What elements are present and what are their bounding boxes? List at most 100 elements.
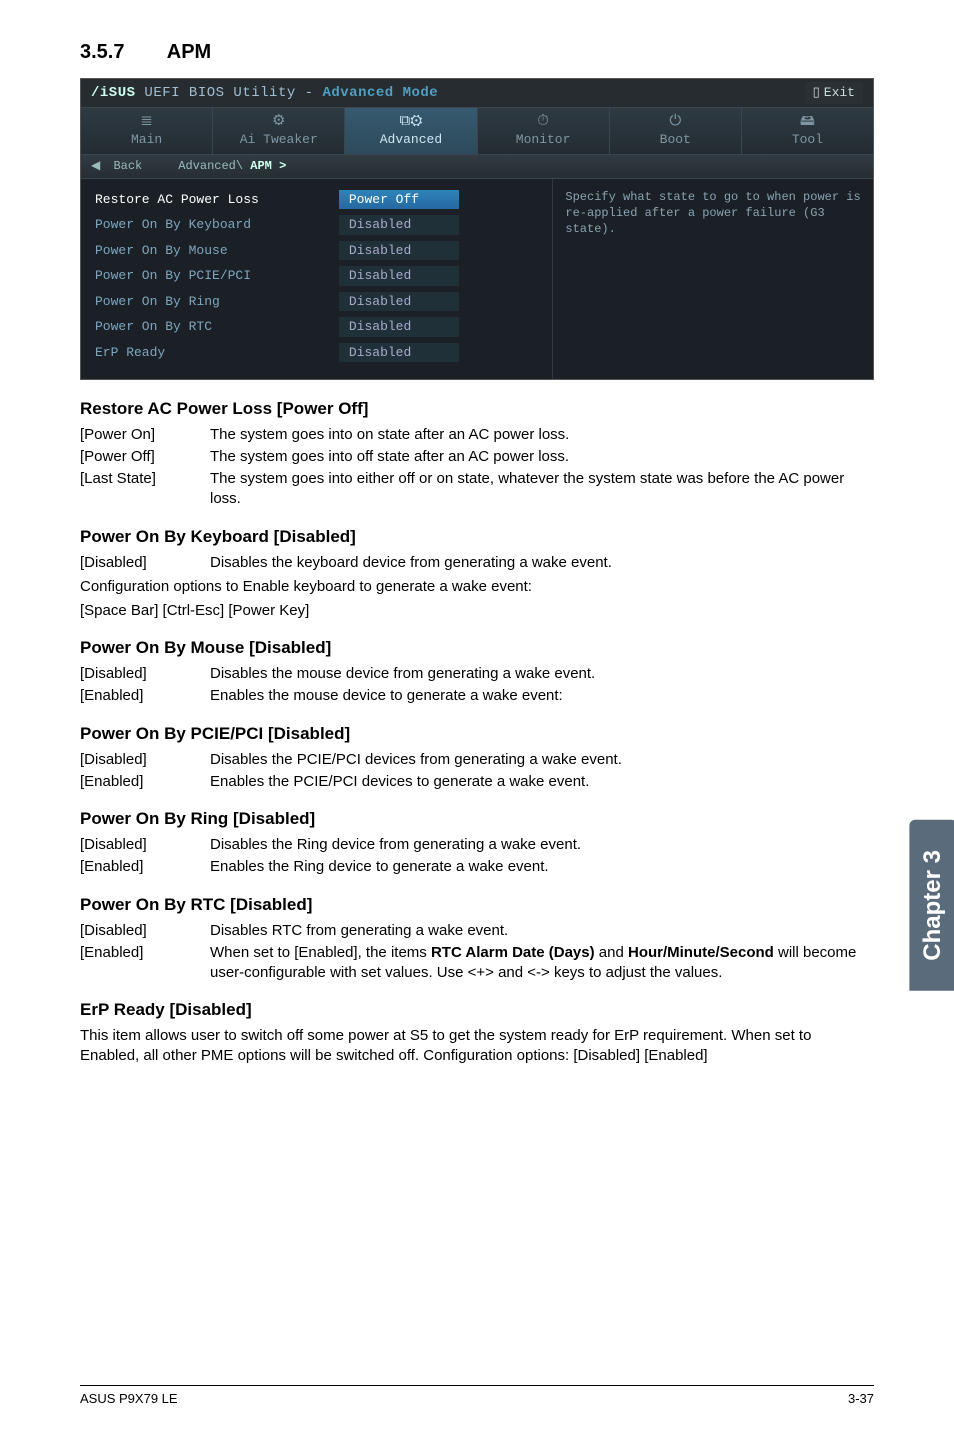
option-row: [Last State] The system goes into either… xyxy=(80,469,874,510)
bios-brand: /iSUS xyxy=(91,85,136,101)
setting-value: Disabled xyxy=(339,343,459,363)
setting-mouse[interactable]: Power On By Mouse Disabled xyxy=(95,238,538,264)
option-row: [Power Off] The system goes into off sta… xyxy=(80,447,874,467)
footer-left: ASUS P9X79 LE xyxy=(80,1390,178,1408)
restore-heading: Restore AC Power Loss [Power Off] xyxy=(80,398,874,421)
erp-heading: ErP Ready [Disabled] xyxy=(80,999,874,1022)
option-name: [Disabled] xyxy=(80,750,210,770)
tab-ai-tweaker[interactable]: ⚙ Ai Tweaker xyxy=(213,108,345,155)
bios-tab-bar: ≣ Main ⚙ Ai Tweaker ⧉⚙ Advanced ⏱ Monito… xyxy=(81,107,873,156)
option-name: [Power Off] xyxy=(80,447,210,467)
option-desc: When set to [Enabled], the items RTC Ala… xyxy=(210,943,874,984)
option-row: [Enabled] Enables the mouse device to ge… xyxy=(80,686,874,706)
rtc-desc-c: and xyxy=(595,944,628,961)
option-row: [Disabled] Disables the PCIE/PCI devices… xyxy=(80,750,874,770)
option-desc: Disables the PCIE/PCI devices from gener… xyxy=(210,750,874,770)
rtc-desc-d: Hour/Minute/Second xyxy=(628,944,774,961)
tab-advanced[interactable]: ⧉⚙ Advanced xyxy=(345,108,477,155)
option-desc: Disables the Ring device from generating… xyxy=(210,835,874,855)
setting-name: Power On By Ring xyxy=(95,293,339,311)
option-desc: The system goes into off state after an … xyxy=(210,447,874,467)
footer-right: 3-37 xyxy=(848,1390,874,1408)
power-icon: ⏻ xyxy=(610,114,741,129)
tab-boot[interactable]: ⏻ Boot xyxy=(610,108,742,155)
chapter-tab-label: Chapter 3 xyxy=(909,820,954,991)
tab-label: Main xyxy=(131,132,162,147)
bios-screenshot: /iSUS UEFI BIOS Utility - Advanced Mode … xyxy=(80,78,874,379)
option-name: [Disabled] xyxy=(80,921,210,941)
setting-name: Restore AC Power Loss xyxy=(95,191,339,209)
tab-label: Advanced xyxy=(380,132,442,147)
option-row: [Disabled] Disables the mouse device fro… xyxy=(80,664,874,684)
tab-main[interactable]: ≣ Main xyxy=(81,108,213,155)
section-heading: 3.5.7 APM xyxy=(80,36,874,66)
section-number: 3.5.7 xyxy=(80,41,124,63)
rtc-desc-a: When set to [Enabled], the items xyxy=(210,944,431,961)
tab-label: Monitor xyxy=(516,132,571,147)
tab-monitor[interactable]: ⏱ Monitor xyxy=(478,108,610,155)
list-icon: ≣ xyxy=(81,114,212,129)
option-desc: Enables the Ring device to generate a wa… xyxy=(210,857,874,877)
option-name: [Disabled] xyxy=(80,835,210,855)
bios-title-bar: /iSUS UEFI BIOS Utility - Advanced Mode … xyxy=(81,79,873,107)
bios-body: Restore AC Power Loss Power Off Power On… xyxy=(81,179,873,379)
setting-name: Power On By Mouse xyxy=(95,242,339,260)
keyboard-note2: [Space Bar] [Ctrl-Esc] [Power Key] xyxy=(80,601,874,621)
bios-exit-button[interactable]: ▯ Exit xyxy=(805,82,863,104)
option-name: [Power On] xyxy=(80,425,210,445)
bios-help-text: Specify what state to go to when power i… xyxy=(565,190,860,236)
pcie-heading: Power On By PCIE/PCI [Disabled] xyxy=(80,723,874,746)
exit-label: Exit xyxy=(824,84,855,102)
setting-erp[interactable]: ErP Ready Disabled xyxy=(95,340,538,366)
setting-restore-ac[interactable]: Restore AC Power Loss Power Off xyxy=(95,187,538,213)
option-name: [Disabled] xyxy=(80,553,210,573)
option-desc: The system goes into either off or on st… xyxy=(210,469,874,510)
setting-name: Power On By PCIE/PCI xyxy=(95,267,339,285)
option-name: [Enabled] xyxy=(80,772,210,792)
tab-tool[interactable]: 🖴 Tool xyxy=(742,108,873,155)
setting-name: Power On By RTC xyxy=(95,318,339,336)
option-desc: Enables the mouse device to generate a w… xyxy=(210,686,874,706)
breadcrumb-path1: Advanced\ xyxy=(178,159,243,173)
keyboard-note1: Configuration options to Enable keyboard… xyxy=(80,577,874,597)
setting-value: Disabled xyxy=(339,266,459,286)
bios-breadcrumb[interactable]: ◀ Back Advanced\ APM > xyxy=(81,155,873,178)
setting-name: ErP Ready xyxy=(95,344,339,362)
back-arrow-icon: ◀ xyxy=(91,159,100,173)
mouse-heading: Power On By Mouse [Disabled] xyxy=(80,637,874,660)
section-title: APM xyxy=(167,41,211,63)
bios-brand-sub1: UEFI BIOS Utility - xyxy=(144,85,313,101)
tool-icon: 🖴 xyxy=(742,114,873,129)
gear-icon: ⚙ xyxy=(213,114,344,129)
option-desc: The system goes into on state after an A… xyxy=(210,425,874,445)
setting-value: Disabled xyxy=(339,241,459,261)
ring-heading: Power On By Ring [Disabled] xyxy=(80,808,874,831)
option-name: [Last State] xyxy=(80,469,210,510)
setting-name: Power On By Keyboard xyxy=(95,216,339,234)
keyboard-heading: Power On By Keyboard [Disabled] xyxy=(80,526,874,549)
rtc-heading: Power On By RTC [Disabled] xyxy=(80,894,874,917)
page-footer: ASUS P9X79 LE 3-37 xyxy=(80,1385,874,1408)
bios-settings-list: Restore AC Power Loss Power Off Power On… xyxy=(81,179,552,379)
chapter-tab: Chapter 3 xyxy=(912,0,954,1438)
setting-rtc[interactable]: Power On By RTC Disabled xyxy=(95,314,538,340)
setting-pcie[interactable]: Power On By PCIE/PCI Disabled xyxy=(95,263,538,289)
option-desc: Disables the mouse device from generatin… xyxy=(210,664,874,684)
option-desc: Enables the PCIE/PCI devices to generate… xyxy=(210,772,874,792)
option-name: [Enabled] xyxy=(80,686,210,706)
bios-help-panel: Specify what state to go to when power i… xyxy=(552,179,873,379)
option-row: [Disabled] Disables the Ring device from… xyxy=(80,835,874,855)
tab-label: Boot xyxy=(660,132,691,147)
setting-value: Power Off xyxy=(339,190,459,210)
option-row: [Enabled] Enables the Ring device to gen… xyxy=(80,857,874,877)
gauge-icon: ⏱ xyxy=(478,114,609,129)
bios-brand-sub2: Advanced Mode xyxy=(322,85,438,101)
option-row: [Power On] The system goes into on state… xyxy=(80,425,874,445)
breadcrumb-back: Back xyxy=(113,159,142,173)
option-row: [Disabled] Disables the keyboard device … xyxy=(80,553,874,573)
chip-icon: ⧉⚙ xyxy=(345,114,476,129)
setting-value: Disabled xyxy=(339,317,459,337)
setting-ring[interactable]: Power On By Ring Disabled xyxy=(95,289,538,315)
setting-value: Disabled xyxy=(339,215,459,235)
setting-keyboard[interactable]: Power On By Keyboard Disabled xyxy=(95,212,538,238)
